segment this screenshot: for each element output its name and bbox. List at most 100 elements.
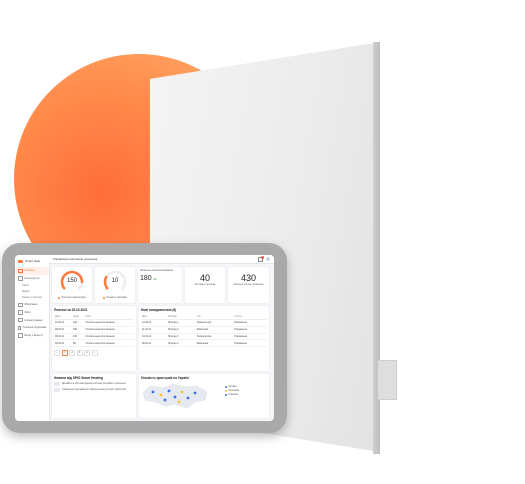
active-devices-label: Активних приладів [194, 283, 216, 286]
table-cell: 10.02.21 [141, 333, 167, 341]
page-button[interactable]: 1 [61, 350, 68, 357]
sidebar-item-label: Конструктор [24, 277, 40, 281]
table-cell: 340 [72, 326, 85, 334]
sidebar-item-label: Налаштування [24, 318, 43, 322]
table-cell: Нормально [233, 339, 267, 348]
pagination: ‹ 1 2 3 4 › [54, 350, 134, 357]
temperature-label: Поточна температура [61, 296, 86, 299]
sidebar-item-home[interactable]: Головна [15, 267, 49, 275]
sidebar-item-support[interactable]: Технічна підтримка [15, 324, 49, 332]
sidebar: Smart Heat Головна Конструктор Офіси Буд… [15, 255, 50, 421]
active-devices-value: 40 [199, 273, 210, 283]
table-cell: 09.02.21 [54, 326, 73, 334]
table-cell: 120 [72, 319, 85, 327]
legend-label: Неактивні [228, 390, 240, 392]
notification-badge: 1 [261, 255, 264, 259]
payments-title: Платежі за 25.02.2021 [54, 308, 88, 312]
table-cell: 10.02.21 [54, 319, 73, 327]
table-cell: Живлення [195, 339, 234, 348]
heating-panel-bracket [378, 360, 397, 400]
energy-label: Загальне енергоспоживання [140, 269, 174, 272]
devices-gauge-card: 10 Кількість приладів [95, 267, 135, 303]
ukraine-map[interactable] [141, 382, 211, 410]
table-cell: 210 [72, 333, 85, 341]
sidebar-item-reports[interactable]: Звіти [15, 309, 49, 317]
map-card: Кількість пристроїв по Україні Активні Н… [139, 374, 269, 418]
energy-unit: кВт [153, 278, 158, 281]
table-cell: Нормально [233, 333, 267, 341]
table-row[interactable]: 06.02.21 210 Оплата енергопостачання [54, 333, 134, 341]
table-cell: Нормально [233, 319, 267, 327]
news-text: Оновлення програмного забезпечення для в… [62, 388, 126, 391]
table-row[interactable]: 10.02.21 Прилад 3 Температура Нормально [141, 333, 267, 341]
page-button[interactable]: 4 [84, 350, 90, 357]
table-cell: Прилад 2 [166, 326, 196, 334]
legend-item: Неактивні [225, 390, 239, 392]
prev-page-button[interactable]: ‹ [54, 350, 60, 357]
table-cell: 98 [72, 339, 85, 348]
table-cell: 03.02.21 [54, 339, 73, 348]
table-cell: Прилад 3 [166, 333, 196, 341]
table-cell: Оплата енергопостачання [84, 339, 134, 348]
avatar[interactable] [266, 257, 270, 261]
table-row[interactable]: 11.02.21 Прилад 2 Живлення Нормально [141, 326, 267, 334]
storage-icon [18, 302, 23, 308]
news-item[interactable]: Оновлення програмного забезпечення для в… [54, 388, 134, 392]
devices-value: 10 [111, 278, 119, 284]
page-button[interactable]: 2 [69, 350, 75, 357]
table-row[interactable]: 09.02.21 340 Оплата енергопостачання [54, 326, 134, 334]
sidebar-item-label: Технічна підтримка [22, 326, 46, 330]
table-cell: Прилад 4 [166, 339, 196, 348]
area-value: 430 [240, 273, 257, 283]
table-row[interactable]: 10.02.21 120 Оплата енергопостачання [54, 319, 134, 327]
news-thumbnail [54, 382, 60, 386]
table-cell: Прилад 1 [166, 319, 196, 327]
news-title: Новини від SPIO Smart Heating [54, 376, 103, 380]
sidebar-item-label: Звіти [24, 310, 31, 314]
page-title: Управління системою опалення [53, 257, 98, 261]
legend-dot [58, 296, 61, 299]
area-card: 430 Загальна площа приміщень [228, 267, 269, 303]
temperature-gauge: 150 [59, 269, 85, 295]
news-thumbnail [54, 388, 60, 392]
legend-label: Активні [228, 386, 237, 388]
legend-item: Активні [225, 386, 239, 388]
table-cell: Температура [195, 319, 234, 327]
sidebar-item-label: Головна [24, 269, 35, 273]
home-icon [18, 268, 23, 274]
tablet-device: Smart Heat Головна Конструктор Офіси Буд… [2, 243, 287, 433]
table-cell: Нормально [233, 326, 267, 334]
table-row[interactable]: 03.02.21 98 Оплата енергопостачання [54, 339, 134, 348]
grid-icon [18, 276, 23, 281]
legend-dot [225, 390, 227, 392]
page-button[interactable]: 3 [76, 350, 83, 357]
sidebar-item-storage[interactable]: Зберігання [15, 301, 49, 309]
report-icon [18, 310, 23, 315]
logo-text: Smart Heat [25, 259, 41, 263]
sidebar-item-label: Зберігання [24, 303, 38, 307]
logo-icon [18, 259, 23, 263]
table-cell: Оплата енергопостачання [84, 319, 134, 327]
table-row[interactable]: 12.02.21 Прилад 1 Температура Нормально [141, 319, 267, 327]
news-item[interactable]: Дізнайтесь про нові функції системи розу… [54, 382, 134, 386]
legend-label: Помилка [228, 394, 238, 396]
devices-label: Кількість приладів [106, 296, 127, 299]
bell-icon[interactable]: 1 [258, 255, 264, 262]
logout-icon [18, 333, 23, 338]
next-page-button[interactable]: › [91, 350, 98, 357]
sidebar-item-logout[interactable]: Вихід з акаунту [15, 332, 49, 340]
app-logo[interactable]: Smart Heat [15, 255, 49, 267]
top-bar: Управління системою опалення 1 [49, 255, 274, 264]
energy-card: Загальне енергоспоживання 180 кВт [138, 267, 182, 303]
table-cell: 08.02.21 [141, 339, 167, 348]
sidebar-item-settings[interactable]: Налаштування [15, 316, 49, 324]
dashboard-screen: Smart Heat Головна Конструктор Офіси Буд… [15, 255, 274, 421]
sidebar-item-constructor[interactable]: Конструктор [15, 275, 49, 283]
table-cell: Температура [195, 333, 234, 341]
payments-table: Дата Сума Опис 10.02.21 120 Оплата енергоп… [54, 314, 134, 348]
active-devices-card: 40 Активних приладів [185, 267, 225, 303]
table-row[interactable]: 08.02.21 Прилад 4 Живлення Нормально [141, 339, 267, 348]
table-cell: 11.02.21 [141, 326, 167, 334]
legend-dot [225, 386, 227, 388]
notifications-title: Нові повідомлення (6) [141, 308, 177, 312]
